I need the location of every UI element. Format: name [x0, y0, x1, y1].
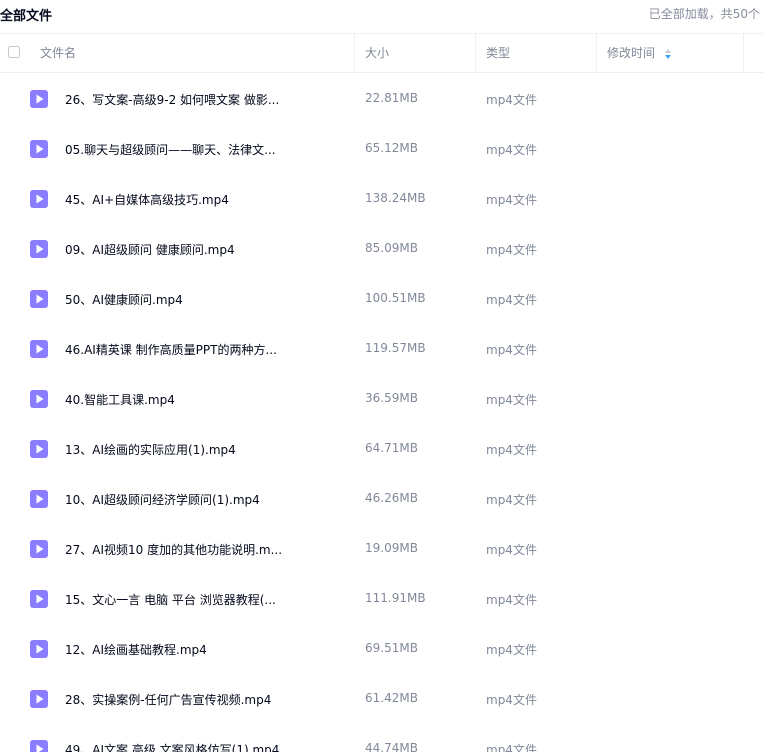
file-type: mp4文件: [486, 443, 537, 457]
file-name[interactable]: 46.AI精英课 制作高质量PPT的两种方...: [65, 341, 285, 358]
file-size: 22.81MB: [365, 91, 418, 105]
file-name[interactable]: 10、AI超级顾问经济学顾问(1).mp4: [65, 491, 285, 508]
file-type: mp4文件: [486, 543, 537, 557]
table-row[interactable]: 50、AI健康顾问.mp4 100.51MB mp4文件: [0, 274, 764, 324]
table-row[interactable]: 27、AI视频10 度加的其他功能说明.m... 19.09MB mp4文件: [0, 524, 764, 574]
file-size: 64.71MB: [365, 441, 418, 455]
sort-icon[interactable]: [664, 48, 672, 60]
column-divider[interactable]: [354, 34, 355, 72]
table-row[interactable]: 09、AI超级顾问 健康顾问.mp4 85.09MB mp4文件: [0, 224, 764, 274]
video-file-icon: [30, 690, 48, 708]
table-row[interactable]: 49、AI文案 高级 文案风格仿写(1).mp4 44.74MB mp4文件: [0, 724, 764, 752]
loaded-count-text: 已全部加载，共50个: [648, 7, 760, 21]
file-type: mp4文件: [486, 743, 537, 752]
file-size: 119.57MB: [365, 341, 426, 355]
column-divider[interactable]: [743, 34, 744, 72]
file-size: 85.09MB: [365, 241, 418, 255]
video-file-icon: [30, 540, 48, 558]
table-row[interactable]: 46.AI精英课 制作高质量PPT的两种方... 119.57MB mp4文件: [0, 324, 764, 374]
video-file-icon: [30, 590, 48, 608]
file-type: mp4文件: [486, 143, 537, 157]
column-header-modified[interactable]: 修改时间: [607, 34, 655, 72]
file-name[interactable]: 15、文心一言 电脑 平台 浏览器教程(...: [65, 591, 285, 608]
file-table-body: 26、写文案-高级9-2 如何喂文案 做影... 22.81MB mp4文件 0…: [0, 74, 764, 752]
file-name[interactable]: 05.聊天与超级顾问——聊天、法律文...: [65, 141, 285, 158]
file-size: 100.51MB: [365, 291, 426, 305]
file-size: 61.42MB: [365, 691, 418, 705]
file-type: mp4文件: [486, 343, 537, 357]
file-name[interactable]: 50、AI健康顾问.mp4: [65, 291, 285, 308]
column-header-type[interactable]: 类型: [486, 34, 510, 72]
file-type: mp4文件: [486, 393, 537, 407]
video-file-icon: [30, 140, 48, 158]
column-header-size[interactable]: 大小: [365, 34, 389, 72]
file-type: mp4文件: [486, 643, 537, 657]
file-name[interactable]: 26、写文案-高级9-2 如何喂文案 做影...: [65, 91, 285, 108]
file-size: 36.59MB: [365, 391, 418, 405]
file-type: mp4文件: [486, 293, 537, 307]
video-file-icon: [30, 290, 48, 308]
video-file-icon: [30, 240, 48, 258]
file-name[interactable]: 28、实操案例-任何广告宣传视频.mp4: [65, 691, 285, 708]
select-all-checkbox[interactable]: [8, 46, 20, 58]
file-name[interactable]: 27、AI视频10 度加的其他功能说明.m...: [65, 541, 285, 558]
column-header-name[interactable]: 文件名: [40, 34, 76, 72]
table-header: 文件名 大小 类型 修改时间: [0, 33, 764, 73]
video-file-icon: [30, 490, 48, 508]
table-row[interactable]: 12、AI绘画基础教程.mp4 69.51MB mp4文件: [0, 624, 764, 674]
file-size: 44.74MB: [365, 741, 418, 752]
file-size: 138.24MB: [365, 191, 426, 205]
file-type: mp4文件: [486, 193, 537, 207]
table-row[interactable]: 10、AI超级顾问经济学顾问(1).mp4 46.26MB mp4文件: [0, 474, 764, 524]
file-name[interactable]: 12、AI绘画基础教程.mp4: [65, 641, 285, 658]
file-type: mp4文件: [486, 93, 537, 107]
video-file-icon: [30, 190, 48, 208]
file-name[interactable]: 40.智能工具课.mp4: [65, 391, 285, 408]
table-row[interactable]: 28、实操案例-任何广告宣传视频.mp4 61.42MB mp4文件: [0, 674, 764, 724]
table-row[interactable]: 15、文心一言 电脑 平台 浏览器教程(... 111.91MB mp4文件: [0, 574, 764, 624]
table-row[interactable]: 26、写文案-高级9-2 如何喂文案 做影... 22.81MB mp4文件: [0, 74, 764, 124]
file-size: 111.91MB: [365, 591, 426, 605]
file-list-page: 全部文件 已全部加载，共50个 文件名 大小 类型 修改时间 26、写文案-高级…: [0, 0, 764, 752]
video-file-icon: [30, 390, 48, 408]
video-file-icon: [30, 740, 48, 752]
file-type: mp4文件: [486, 243, 537, 257]
video-file-icon: [30, 440, 48, 458]
file-size: 19.09MB: [365, 541, 418, 555]
file-type: mp4文件: [486, 693, 537, 707]
top-bar: 全部文件 已全部加载，共50个: [0, 0, 764, 28]
column-divider[interactable]: [475, 34, 476, 72]
video-file-icon: [30, 340, 48, 358]
video-file-icon: [30, 90, 48, 108]
file-type: mp4文件: [486, 493, 537, 507]
file-type: mp4文件: [486, 593, 537, 607]
file-name[interactable]: 09、AI超级顾问 健康顾问.mp4: [65, 241, 285, 258]
table-row[interactable]: 05.聊天与超级顾问——聊天、法律文... 65.12MB mp4文件: [0, 124, 764, 174]
column-divider[interactable]: [596, 34, 597, 72]
page-title: 全部文件: [0, 9, 53, 24]
file-size: 46.26MB: [365, 491, 418, 505]
video-file-icon: [30, 640, 48, 658]
file-name[interactable]: 49、AI文案 高级 文案风格仿写(1).mp4: [65, 741, 285, 752]
file-name[interactable]: 13、AI绘画的实际应用(1).mp4: [65, 441, 285, 458]
file-name[interactable]: 45、AI+自媒体高级技巧.mp4: [65, 191, 285, 208]
table-row[interactable]: 45、AI+自媒体高级技巧.mp4 138.24MB mp4文件: [0, 174, 764, 224]
file-size: 69.51MB: [365, 641, 418, 655]
table-row[interactable]: 40.智能工具课.mp4 36.59MB mp4文件: [0, 374, 764, 424]
table-row[interactable]: 13、AI绘画的实际应用(1).mp4 64.71MB mp4文件: [0, 424, 764, 474]
file-size: 65.12MB: [365, 141, 418, 155]
